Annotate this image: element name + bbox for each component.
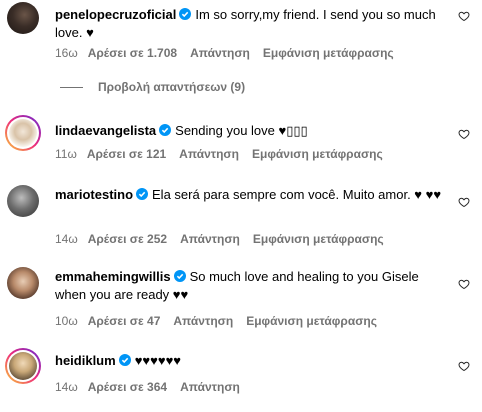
verified-badge-icon	[118, 354, 131, 366]
comment-time[interactable]: 11ω	[55, 147, 77, 161]
likes-count[interactable]: Αρέσει σε 1.708	[88, 46, 177, 60]
comment-meta: 10ω Αρέσει σε 47 Απάντηση Εμφάνιση μετάφρασ…	[55, 313, 390, 329]
comment-body: mariotestino Ela será para sempre com voc…	[55, 186, 450, 204]
view-replies-label: Προβολή απαντήσεων (9)	[98, 80, 246, 94]
verified-badge-icon	[136, 188, 149, 200]
comment-time[interactable]: 16ω	[55, 46, 78, 60]
reply-button[interactable]: Απάντηση	[179, 147, 239, 161]
reply-button[interactable]: Απάντηση	[180, 380, 240, 394]
comment-meta: 14ω Αρέσει σε 252 Απάντηση Εμφάνιση μετάφρα…	[55, 231, 397, 247]
see-translation-button[interactable]: Εμφάνιση μετάφρασης	[246, 314, 377, 328]
likes-count[interactable]: Αρέσει σε 47	[88, 314, 161, 328]
comment-body: penelopecruzoficial Im so sorry,my friend…	[55, 6, 450, 42]
verified-badge-icon	[179, 8, 192, 20]
see-translation-button[interactable]: Εμφάνιση μετάφρασης	[252, 147, 383, 161]
comment-body: emmahemingwillis So much love and healing…	[55, 268, 450, 304]
likes-count[interactable]: Αρέσει σε 252	[88, 232, 167, 246]
like-heart-icon[interactable]	[458, 360, 470, 372]
username[interactable]: penelopecruzoficial	[55, 7, 176, 22]
comment-meta: 14ω Αρέσει σε 364 Απάντηση	[55, 379, 253, 395]
like-heart-icon[interactable]	[458, 196, 470, 208]
username[interactable]: heidiklum	[55, 353, 116, 368]
username[interactable]: mariotestino	[55, 187, 133, 202]
comment-time[interactable]: 14ω	[55, 380, 78, 394]
comment-time[interactable]: 14ω	[55, 232, 78, 246]
avatar[interactable]	[7, 2, 39, 34]
verified-badge-icon	[173, 270, 186, 282]
replies-divider	[60, 86, 83, 88]
likes-count[interactable]: Αρέσει σε 364	[88, 380, 167, 394]
avatar-ring-inner	[7, 350, 39, 382]
avatar[interactable]	[7, 185, 39, 217]
like-heart-icon[interactable]	[458, 278, 470, 290]
avatar-image	[9, 119, 37, 147]
avatar-image	[9, 352, 37, 380]
see-translation-button[interactable]: Εμφάνιση μετάφρασης	[263, 46, 394, 60]
see-translation-button[interactable]: Εμφάνιση μετάφρασης	[253, 232, 384, 246]
comment-text: ♥♥♥♥♥♥	[134, 353, 181, 368]
reply-button[interactable]: Απάντηση	[173, 314, 233, 328]
avatar[interactable]	[5, 115, 41, 151]
likes-count[interactable]: Αρέσει σε 121	[87, 147, 166, 161]
comment-time[interactable]: 10ω	[55, 314, 78, 328]
comment-text: Sending you love ♥▯▯▯	[175, 123, 308, 138]
reply-button[interactable]: Απάντηση	[180, 232, 240, 246]
comment-body: lindaevangelista Sending you love ♥▯▯▯	[55, 122, 450, 140]
comment-body: heidiklum ♥♥♥♥♥♥	[55, 352, 450, 370]
verified-badge-icon	[159, 124, 172, 136]
comment-meta: 16ω Αρέσει σε 1.708 Απάντηση Εμφάνιση μετάφ…	[55, 45, 407, 61]
like-heart-icon[interactable]	[458, 128, 470, 140]
username[interactable]: lindaevangelista	[55, 123, 156, 138]
reply-button[interactable]: Απάντηση	[190, 46, 250, 60]
avatar[interactable]	[7, 267, 39, 299]
username[interactable]: emmahemingwillis	[55, 269, 171, 284]
avatar[interactable]	[5, 348, 41, 384]
like-heart-icon[interactable]	[458, 10, 470, 22]
view-replies-button[interactable]: Προβολή απαντήσεων (9)	[60, 80, 245, 94]
comment-meta: 11ω Αρέσει σε 121 Απάντηση Εμφάνιση μετάφρα…	[55, 146, 396, 162]
avatar-ring-inner	[7, 117, 39, 149]
comment-text: Ela será para sempre com você. Muito amo…	[152, 187, 442, 202]
